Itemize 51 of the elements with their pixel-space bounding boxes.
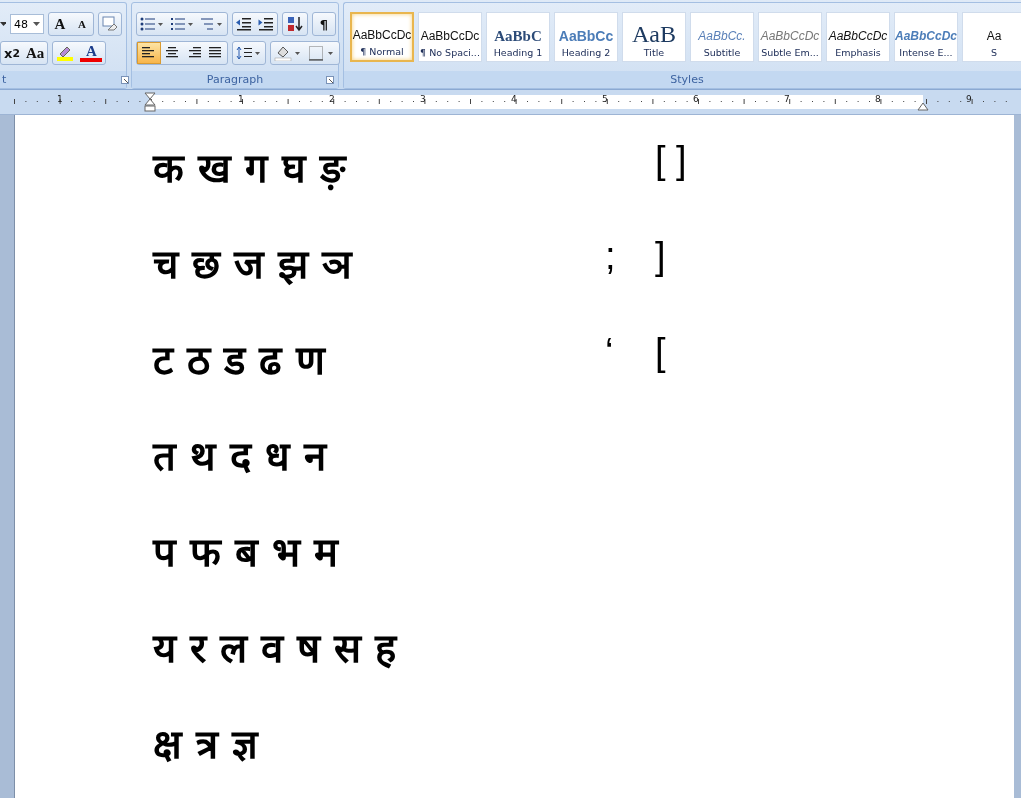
show-formatting-marks-button[interactable]: ¶: [313, 13, 335, 35]
devanagari-text-line: क ख ग घ ङ़: [153, 144, 348, 193]
style-gallery-item[interactable]: AaBbCcDc ¶ Normal: [350, 12, 414, 62]
grow-font-button[interactable]: A: [49, 13, 71, 35]
ruler-number: 4: [511, 94, 517, 104]
left-align-button[interactable]: [137, 42, 161, 64]
style-gallery-item[interactable]: AaBbCcDc Emphasis: [826, 12, 890, 62]
punctuation-text: ‘: [605, 331, 614, 373]
style-gallery-item[interactable]: Aa S: [962, 12, 1021, 62]
style-gallery-item[interactable]: AaB Title: [622, 12, 686, 62]
change-case-button[interactable]: Aa: [23, 42, 48, 64]
devanagari-text-line: च छ ज झ ञ: [153, 240, 354, 289]
dropdown-arrow-icon[interactable]: [33, 22, 40, 26]
ruler-number: 8: [875, 94, 881, 104]
ruler-number: 1: [238, 94, 244, 104]
bracket-text: ]: [655, 235, 666, 277]
bracket-text: [: [655, 331, 666, 373]
align-lines-icon: [141, 47, 157, 59]
ruler-number: 6: [693, 94, 699, 104]
style-gallery-item[interactable]: AaBbCcDc ¶ No Spaci...: [418, 12, 482, 62]
align-lines-icon: [208, 47, 224, 59]
group-label: t: [0, 71, 126, 88]
ruler-number: 7: [784, 94, 790, 104]
devanagari-text-line: प फ ब भ म: [153, 528, 340, 577]
ruler-number: 3: [420, 94, 426, 104]
punctuation-text: ;: [605, 235, 616, 277]
style-gallery-item[interactable]: AaBbCc. Subtitle: [690, 12, 754, 62]
align-lines-icon: [186, 47, 202, 59]
style-gallery-item[interactable]: AaBbCcDc Subtle Em...: [758, 12, 822, 62]
style-gallery-item[interactable]: AaBbC Heading 1: [486, 12, 550, 62]
group-label: Styles: [344, 71, 1021, 88]
ruler-number: 1: [57, 94, 63, 104]
dialog-launcher-icon[interactable]: [326, 76, 334, 84]
right-indent-marker-icon[interactable]: [917, 102, 929, 111]
dropdown-arrow-icon[interactable]: [0, 22, 6, 26]
shrink-font-button[interactable]: A: [71, 13, 93, 35]
ruler-number: 5: [602, 94, 608, 104]
ruler-number: 9: [966, 94, 972, 104]
devanagari-text-line: त थ द ध न: [153, 432, 329, 481]
dialog-launcher-icon[interactable]: [121, 76, 129, 84]
group-label: Paragraph: [132, 71, 338, 88]
style-gallery-item[interactable]: AaBbCcDc Intense E...: [894, 12, 958, 62]
align-lines-icon: [164, 47, 180, 59]
bracket-text: [ ]: [655, 139, 687, 181]
style-gallery-item[interactable]: AaBbCc Heading 2: [554, 12, 618, 62]
ruler-number: 2: [329, 94, 335, 104]
font-size-field[interactable]: 48: [10, 14, 44, 34]
indent-marker-icon[interactable]: [144, 92, 156, 112]
devanagari-text-line: ट ठ ड ढ ण: [153, 336, 327, 385]
devanagari-text-line: य र ल व ष स ह: [153, 624, 399, 673]
devanagari-text-line: क्ष त्र ज्ञ: [153, 720, 260, 769]
